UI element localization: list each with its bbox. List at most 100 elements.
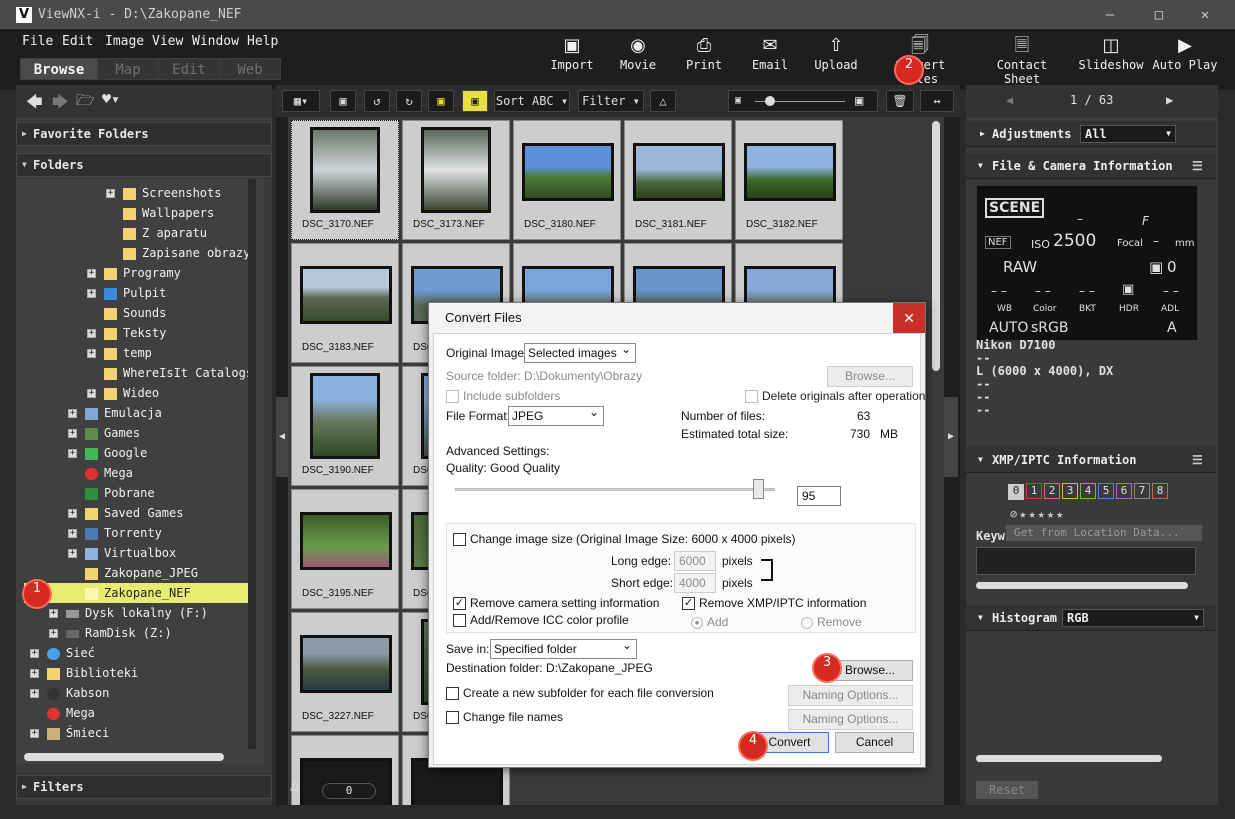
tree-item-screenshots[interactable]: + Screenshots [106, 183, 221, 203]
thumbnail-size-slider[interactable]: ▣ ▣ [728, 90, 878, 112]
collapse-right-panel-button[interactable]: ▶ [944, 397, 958, 477]
email-button[interactable]: ✉ Email [750, 36, 790, 73]
change-file-names-option[interactable]: Change file names [446, 710, 563, 725]
icc-remove-radio[interactable]: Remove [801, 615, 862, 629]
thumbnail-item[interactable]: DSC_3195.NEF [291, 489, 399, 609]
delete-originals-option[interactable]: Delete originals after operation [745, 389, 925, 404]
tree-item-pobrane[interactable]: Pobrane [85, 483, 155, 503]
rating-stars[interactable]: ⊘★★★★★ [1010, 507, 1065, 521]
rotate-right-button[interactable]: ↻ [396, 90, 422, 112]
quality-slider-track[interactable] [455, 488, 775, 491]
folders-header[interactable]: ▼ Folders [16, 153, 272, 177]
contact-sheet-button[interactable]: 🗏 Contact Sheet [976, 36, 1068, 87]
thumbnail-item[interactable]: DSC_3181.NEF [624, 120, 732, 240]
collapse-left-panel-button[interactable]: ◀ [276, 397, 288, 477]
tree-item-pulpit[interactable]: + Pulpit [87, 283, 166, 303]
aspect-lock-bracket-icon[interactable] [761, 559, 773, 581]
tree-item-emulacja[interactable]: + Emulacja [68, 403, 162, 423]
tree-item-drive-f[interactable]: + Dysk lokalny (F:) [49, 603, 208, 623]
parent-folder-icon[interactable]: 🗁 [76, 90, 95, 115]
tree-item-sounds[interactable]: Sounds [104, 303, 166, 323]
tree-item-games[interactable]: + Games [68, 423, 140, 443]
movie-button[interactable]: ◉ Movie [618, 36, 658, 73]
histogram-header[interactable]: ▼ Histogram RGB ▼ [966, 605, 1216, 631]
tree-item-wallpapers[interactable]: Wallpapers [123, 203, 214, 223]
menu-image[interactable]: Image [105, 34, 144, 49]
file-camera-info-header[interactable]: ▼ File & Camera Information ☰ [966, 153, 1216, 179]
menu-file[interactable]: File [22, 34, 53, 49]
menu-edit[interactable]: Edit [62, 34, 93, 49]
expand-icon[interactable]: + [87, 289, 96, 298]
expand-icon[interactable]: + [49, 629, 58, 638]
expand-icon[interactable]: + [68, 449, 77, 458]
forward-arrow-icon[interactable]: 🡆 [52, 91, 69, 118]
include-subfolders-checkbox[interactable] [446, 390, 459, 404]
slider-thumb[interactable] [765, 96, 775, 106]
label-7[interactable]: 7 [1134, 483, 1150, 499]
tab-edit[interactable]: Edit [158, 58, 220, 80]
menu-window[interactable]: Window [192, 34, 239, 49]
expand-icon[interactable]: + [30, 669, 39, 678]
favorite-folder-icon[interactable]: ♥▾ [102, 90, 120, 108]
icc-profile-option[interactable]: Add/Remove ICC color profile [453, 613, 629, 628]
original-image-select[interactable]: Selected images [524, 340, 636, 363]
tree-item-wideo[interactable]: + Wideo [87, 383, 159, 403]
expand-icon[interactable]: + [87, 269, 96, 278]
view-mode-button[interactable]: ▦▾ [282, 90, 320, 112]
thumbnail-item[interactable]: DSC_3173.NEF [402, 120, 510, 240]
maximize-button[interactable]: □ [1149, 5, 1169, 25]
info-list-icon[interactable]: ☰ [1192, 447, 1203, 473]
thumbnail-item[interactable]: DSC_3170.NEF [291, 120, 399, 240]
expand-icon[interactable]: + [87, 329, 96, 338]
auto-play-button[interactable]: ▶ Auto Play [1152, 36, 1218, 73]
previous-icon[interactable]: ◀ [1006, 93, 1013, 107]
menu-view[interactable]: View [152, 34, 183, 49]
expand-icon[interactable]: + [30, 729, 39, 738]
slideshow-button[interactable]: ◫ Slideshow [1078, 36, 1144, 73]
filter-dropdown[interactable]: Filter ▾ [578, 90, 644, 112]
file-format-select[interactable]: JPEG [508, 403, 604, 426]
change-image-size-checkbox[interactable] [453, 533, 466, 547]
keywords-field[interactable] [976, 547, 1196, 575]
tree-item-ramdisk[interactable]: + RamDisk (Z:) [49, 623, 172, 643]
close-button[interactable]: ✕ [1195, 5, 1215, 25]
expand-icon[interactable]: + [30, 649, 39, 658]
tree-item-virtualbox[interactable]: + Virtualbox [68, 543, 176, 563]
select-all-button[interactable]: ▣ [428, 90, 454, 112]
tree-item-google[interactable]: + Google [68, 443, 147, 463]
source-browse-button[interactable]: Browse... [827, 366, 913, 387]
expand-icon[interactable]: + [68, 549, 77, 558]
remove-camera-info-checkbox[interactable]: ✓ [453, 597, 466, 611]
grid-scrollbar[interactable] [932, 121, 940, 371]
expand-icon[interactable]: + [87, 349, 96, 358]
tree-item-teksty[interactable]: + Teksty [87, 323, 166, 343]
thumbnail-item[interactable]: DSC_3183.NEF [291, 243, 399, 363]
tree-item-mega-root[interactable]: Mega [47, 703, 95, 723]
eraser-icon[interactable]: △ [290, 775, 314, 797]
tree-item-zakopane-nef[interactable]: Zakopane_NEF [24, 583, 249, 603]
remove-xmp-checkbox[interactable]: ✓ [682, 597, 695, 611]
icc-profile-checkbox[interactable] [453, 614, 466, 628]
tree-item-smieci[interactable]: + Śmieci [30, 723, 109, 743]
expand-icon[interactable]: + [68, 509, 77, 518]
histogram-channel-select[interactable]: RGB ▼ [1062, 609, 1204, 627]
tree-item-siec[interactable]: + Sieć [30, 643, 95, 663]
tab-browse[interactable]: Browse [20, 58, 98, 80]
delete-button[interactable]: 🗑 [886, 90, 914, 112]
create-subfolder-option[interactable]: Create a new subfolder for each file con… [446, 686, 714, 701]
tree-item-biblioteki[interactable]: + Biblioteki [30, 663, 138, 683]
thumbnail-item[interactable]: DSC_3180.NEF [513, 120, 621, 240]
expand-icon[interactable]: + [68, 429, 77, 438]
import-button[interactable]: ▣ Import [550, 36, 594, 73]
expand-icon[interactable]: + [30, 689, 39, 698]
change-file-names-checkbox[interactable] [446, 711, 459, 725]
tree-horizontal-scrollbar[interactable] [24, 753, 224, 761]
thumbnail-item[interactable]: DSC_3190.NEF [291, 366, 399, 486]
sort-dropdown[interactable]: Sort ABC ▾ [494, 90, 570, 112]
tree-item-kabson[interactable]: + Kabson [30, 683, 109, 703]
change-image-size-option[interactable]: Change image size (Original Image Size: … [453, 532, 796, 547]
label-8[interactable]: 8 [1152, 483, 1168, 499]
expand-icon[interactable]: + [68, 409, 77, 418]
long-edge-input[interactable]: 6000 [674, 551, 716, 571]
print-button[interactable]: ⎙ Print [684, 36, 724, 73]
